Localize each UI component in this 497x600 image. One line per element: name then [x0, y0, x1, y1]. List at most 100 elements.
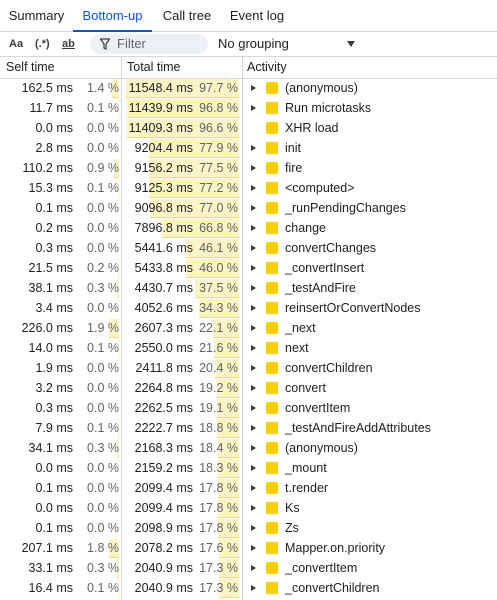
table-row[interactable]: 2.8 ms 0.0 % 9204.4 ms 77.9 % init [0, 138, 497, 158]
self-time-percent: 0.1 % [87, 101, 119, 115]
grouping-select[interactable]: No grouping [218, 32, 289, 56]
regex-button[interactable]: (.*) [35, 32, 50, 56]
table-row[interactable]: 207.1 ms 1.8 % 2078.2 ms 17.6 % Mapper.o… [0, 538, 497, 558]
table-row[interactable]: 3.4 ms 0.0 % 4052.6 ms 34.3 % reinsertOr… [0, 298, 497, 318]
expand-arrow-icon[interactable] [251, 405, 256, 411]
expand-arrow-icon[interactable] [251, 385, 256, 391]
tab-call-tree[interactable]: Call tree [152, 0, 222, 31]
tab-event-log[interactable]: Event log [222, 0, 292, 31]
expand-arrow-icon[interactable] [251, 345, 256, 351]
total-time-value: 4430.7 ms [134, 281, 193, 295]
table-row[interactable]: 21.5 ms 0.2 % 5433.8 ms 46.0 % _convertI… [0, 258, 497, 278]
expand-arrow-icon[interactable] [251, 325, 256, 331]
column-header-activity[interactable]: Activity [247, 57, 287, 78]
expand-arrow-icon[interactable] [251, 225, 256, 231]
expand-arrow-icon[interactable] [251, 85, 256, 91]
expand-arrow-icon[interactable] [251, 465, 256, 471]
expand-arrow-icon[interactable] [251, 265, 256, 271]
table-row[interactable]: 226.0 ms 1.9 % 2607.3 ms 22.1 % _next [0, 318, 497, 338]
expand-arrow-icon[interactable] [251, 285, 256, 291]
whole-word-button[interactable]: ab [62, 32, 75, 56]
self-time-value: 3.4 ms [35, 301, 73, 315]
activity-name: _next [285, 321, 316, 335]
activity-name: Ks [285, 501, 300, 515]
table-row[interactable]: 0.0 ms 0.0 % 2159.2 ms 18.3 % _mount [0, 458, 497, 478]
table-row[interactable]: 14.0 ms 0.1 % 2550.0 ms 21.6 % next [0, 338, 497, 358]
bottom-up-table: 162.5 ms 1.4 % 11548.4 ms 97.7 % (anonym… [0, 78, 497, 598]
expand-arrow-icon[interactable] [251, 185, 256, 191]
expand-arrow-icon[interactable] [251, 305, 256, 311]
activity-color-square-icon [266, 522, 278, 534]
table-row[interactable]: 34.1 ms 0.3 % 2168.3 ms 18.4 % (anonymou… [0, 438, 497, 458]
table-row[interactable]: 0.1 ms 0.0 % 2099.4 ms 17.8 % t.render [0, 478, 497, 498]
self-time-percent: 0.1 % [87, 581, 119, 595]
activity-name: _mount [285, 461, 327, 475]
table-row[interactable]: 0.1 ms 0.0 % 2098.9 ms 17.8 % Zs [0, 518, 497, 538]
tab-bottom-up[interactable]: Bottom-up [73, 0, 152, 32]
total-time-percent: 21.6 % [199, 341, 238, 355]
expand-arrow-icon[interactable] [251, 445, 256, 451]
expand-arrow-icon[interactable] [251, 105, 256, 111]
expand-arrow-icon[interactable] [251, 205, 256, 211]
table-row[interactable]: 15.3 ms 0.1 % 9125.3 ms 77.2 % <computed… [0, 178, 497, 198]
total-time-value: 2550.0 ms [134, 341, 193, 355]
total-time-value: 4052.6 ms [134, 301, 193, 315]
activity-color-square-icon [266, 582, 278, 594]
expand-arrow-icon[interactable] [251, 165, 256, 171]
column-header-total-time[interactable]: Total time [127, 57, 181, 78]
expand-arrow-icon[interactable] [251, 585, 256, 591]
activity-name: init [285, 141, 301, 155]
table-row[interactable]: 7.9 ms 0.1 % 2222.7 ms 18.8 % _testAndFi… [0, 418, 497, 438]
self-time-value: 21.5 ms [28, 261, 73, 275]
chevron-down-icon[interactable] [347, 41, 355, 47]
total-time-percent: 96.6 % [199, 121, 238, 135]
total-time-percent: 77.0 % [199, 201, 238, 215]
filter-input[interactable]: Filter [90, 34, 208, 54]
table-row[interactable]: 33.1 ms 0.3 % 2040.9 ms 17.3 % _convertI… [0, 558, 497, 578]
self-time-value: 38.1 ms [28, 281, 73, 295]
table-row[interactable]: 0.3 ms 0.0 % 5441.6 ms 46.1 % convertCha… [0, 238, 497, 258]
expand-arrow-icon[interactable] [251, 145, 256, 151]
total-time-value: 2099.4 ms [134, 481, 193, 495]
expand-arrow-icon[interactable] [251, 245, 256, 251]
filter-placeholder: Filter [117, 36, 146, 51]
table-row[interactable]: 110.2 ms 0.9 % 9156.2 ms 77.5 % fire [0, 158, 497, 178]
expand-arrow-icon[interactable] [251, 505, 256, 511]
tab-summary[interactable]: Summary [0, 0, 73, 31]
expand-arrow-icon[interactable] [251, 365, 256, 371]
table-row[interactable]: 3.2 ms 0.0 % 2264.8 ms 19.2 % convert [0, 378, 497, 398]
activity-color-square-icon [266, 442, 278, 454]
self-time-value: 3.2 ms [35, 381, 73, 395]
table-row[interactable]: 0.0 ms 0.0 % 11409.3 ms 96.6 % XHR load [0, 118, 497, 138]
self-time-value: 33.1 ms [28, 561, 73, 575]
self-time-value: 2.8 ms [35, 141, 73, 155]
table-row[interactable]: 0.1 ms 0.0 % 9096.8 ms 77.0 % _runPendin… [0, 198, 497, 218]
table-row[interactable]: 162.5 ms 1.4 % 11548.4 ms 97.7 % (anonym… [0, 78, 497, 98]
activity-name: Mapper.on.priority [285, 541, 386, 555]
total-time-value: 7896.8 ms [134, 221, 193, 235]
activity-name: convertChildren [285, 361, 373, 375]
table-row[interactable]: 0.0 ms 0.0 % 2099.4 ms 17.8 % Ks [0, 498, 497, 518]
expand-arrow-icon[interactable] [251, 485, 256, 491]
column-header-self-time[interactable]: Self time [6, 57, 55, 78]
table-row[interactable]: 38.1 ms 0.3 % 4430.7 ms 37.5 % _testAndF… [0, 278, 497, 298]
total-time-value: 2168.3 ms [134, 441, 193, 455]
activity-color-square-icon [266, 342, 278, 354]
match-case-button[interactable]: Aa [9, 32, 23, 56]
activity-name: (anonymous) [285, 81, 358, 95]
self-time-percent: 0.0 % [87, 381, 119, 395]
activity-name: _convertItem [285, 561, 358, 575]
table-row[interactable]: 0.2 ms 0.0 % 7896.8 ms 66.8 % change [0, 218, 497, 238]
table-row[interactable]: 0.3 ms 0.0 % 2262.5 ms 19.1 % convertIte… [0, 398, 497, 418]
table-row[interactable]: 11.7 ms 0.1 % 11439.9 ms 96.8 % Run micr… [0, 98, 497, 118]
table-row[interactable]: 16.4 ms 0.1 % 2040.9 ms 17.3 % _convertC… [0, 578, 497, 598]
table-row[interactable]: 1.9 ms 0.0 % 2411.8 ms 20.4 % convertChi… [0, 358, 497, 378]
expand-arrow-icon[interactable] [251, 565, 256, 571]
expand-arrow-icon[interactable] [251, 425, 256, 431]
activity-color-square-icon [266, 482, 278, 494]
self-time-value: 34.1 ms [28, 441, 73, 455]
expand-arrow-icon[interactable] [251, 525, 256, 531]
total-time-value: 2099.4 ms [134, 501, 193, 515]
expand-arrow-icon[interactable] [251, 545, 256, 551]
total-time-value: 9156.2 ms [134, 161, 193, 175]
